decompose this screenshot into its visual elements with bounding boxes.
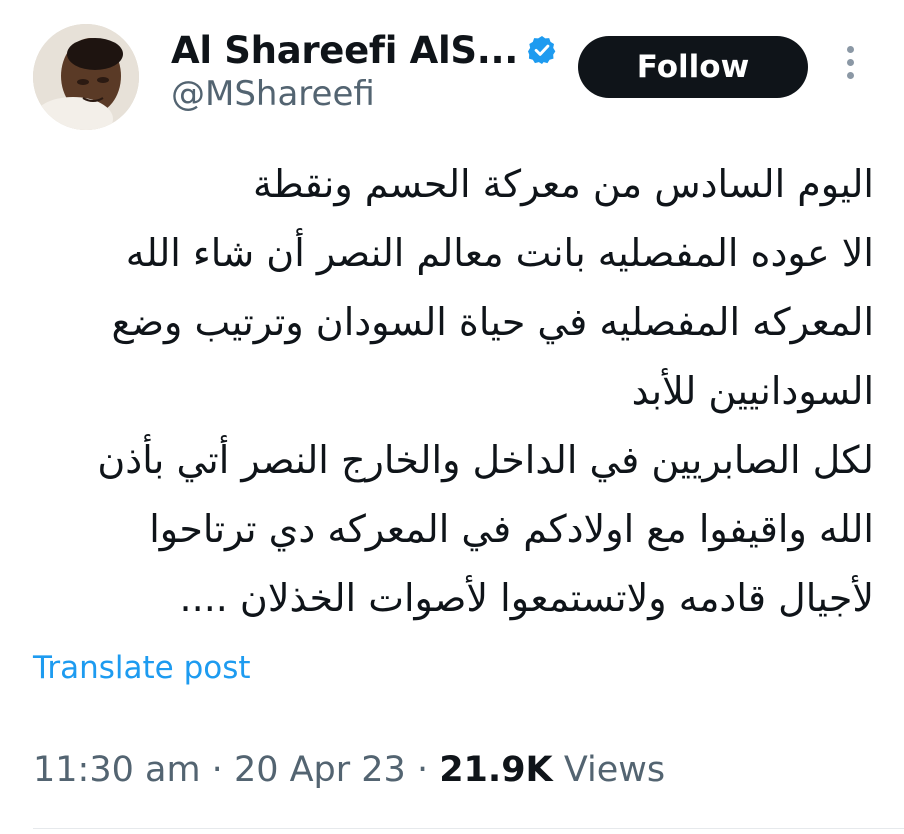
views-count: 21.9K [439,750,553,790]
author-name-row: Al Shareefi AlS... [171,24,558,76]
tweet-line: الا عوده المفصليه بانت معالم النصر أن شا… [125,231,874,275]
tweet-line: لكل الصابريين في الداخل والخارج النصر أت… [97,438,874,482]
meta-separator: · [405,750,440,790]
tweet-line: السودانيين للأبد [631,369,874,413]
more-vertical-icon[interactable] [838,46,862,86]
views-label: Views [563,750,666,790]
divider [33,828,904,829]
author-display-name[interactable]: Al Shareefi AlS... [171,29,518,72]
post-date[interactable]: 20 Apr 23 [234,750,406,790]
tweet-meta: 11:30 am · 20 Apr 23 · 21.9K Views [33,750,665,790]
author-handle[interactable]: @MShareefi [171,74,375,114]
meta-separator: · [200,750,234,790]
tweet-line: المعركه المفصليه في حياة السودان وترتيب … [111,300,874,344]
translate-post-link[interactable]: Translate post [33,650,251,686]
tweet-header: Al Shareefi AlS... @MShareefi Follow [0,0,904,140]
verified-badge-icon [526,34,558,66]
follow-button[interactable]: Follow [578,36,808,98]
post-time[interactable]: 11:30 am [33,750,201,790]
tweet-line: الله واقيفوا مع اولادكم في المعركه دي تر… [149,507,874,551]
tweet-line: اليوم السادس من معركة الحسم ونقطة [252,162,874,206]
avatar-photo [33,24,139,130]
author-avatar[interactable] [33,24,139,130]
tweet-line: لأجيال قادمه ولاتستمعوا لأصوات الخذلان .… [179,576,874,620]
tweet-text: اليوم السادس من معركة الحسم ونقطة الا عو… [28,150,874,633]
